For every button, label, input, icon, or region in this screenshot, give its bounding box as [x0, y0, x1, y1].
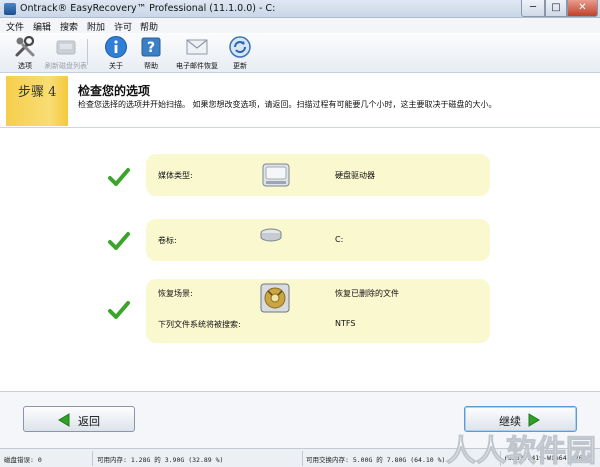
- status-divider: [92, 451, 93, 466]
- check-icon: [108, 301, 130, 319]
- option-card-media-type: [146, 154, 490, 196]
- back-arrow-icon: [58, 413, 70, 427]
- menu-extras[interactable]: 附加: [87, 20, 105, 33]
- volume-label: 卷标:: [158, 236, 177, 245]
- recovery-scenario-icon: [260, 283, 290, 313]
- toolbar-help-button[interactable]: ? 帮助: [134, 35, 168, 71]
- option-card-recovery-scenario: [146, 279, 490, 343]
- toolbar-label: 选项: [18, 62, 32, 70]
- media-type-label: 媒体类型:: [158, 171, 193, 180]
- watermark-text: 人人软件园: [446, 434, 596, 467]
- toolbar-update-button[interactable]: 更新: [224, 35, 256, 71]
- status-divider: [302, 451, 303, 466]
- close-button[interactable]: ✕: [567, 0, 598, 17]
- help-icon: ?: [141, 37, 161, 57]
- toolbar-label: 刷新磁盘列表: [45, 62, 87, 70]
- title-bar: Ontrack® EasyRecovery™ Professional (11.…: [0, 0, 600, 18]
- toolbar-refresh-disk-list-button[interactable]: 刷新磁盘列表: [44, 35, 88, 71]
- menu-license[interactable]: 许可: [114, 20, 132, 33]
- option-card-volume: [146, 219, 490, 261]
- status-memory: 可用内存: 1.28G 的 3.90G (32.89 %): [97, 456, 224, 464]
- recovery-scenario-label: 恢复场景:: [158, 289, 193, 298]
- toolbar-options-button[interactable]: 选项: [8, 35, 42, 71]
- back-button[interactable]: 返回: [23, 406, 135, 432]
- check-icon: [108, 232, 130, 250]
- info-icon: [105, 36, 127, 58]
- menu-bar: 文件 编辑 搜索 附加 许可 帮助: [0, 18, 600, 33]
- file-system-label: 下列文件系统将被搜索:: [158, 320, 241, 329]
- refresh-disk-list-icon: [56, 40, 76, 55]
- step-number: 步骤 4: [18, 85, 57, 100]
- options-review-panel: 媒体类型: 硬盘驱动器 卷标: C: 恢复场景: 恢复已删除的文件 下列文件系统…: [0, 129, 600, 391]
- toolbar-about-button[interactable]: 关于: [99, 35, 133, 71]
- recovery-scenario-value: 恢复已删除的文件: [335, 289, 399, 298]
- toolbar-label: 更新: [233, 62, 247, 70]
- window-title: Ontrack® EasyRecovery™ Professional (11.…: [20, 3, 276, 14]
- toolbar-email-recovery-button[interactable]: 电子邮件恢复: [170, 35, 224, 71]
- forward-arrow-icon: [528, 413, 540, 427]
- media-type-value: 硬盘驱动器: [335, 171, 375, 180]
- step-title: 检查您的选项: [78, 84, 151, 98]
- toolbar-label: 电子邮件恢复: [176, 62, 218, 70]
- tools-icon: [15, 35, 35, 57]
- menu-help[interactable]: 帮助: [140, 20, 158, 33]
- volume-value: C:: [335, 235, 344, 244]
- volume-icon: [260, 228, 282, 242]
- step-header: 步骤 4 检查您的选项 检查您选择的选项并开始扫描。 如果您想改变选项，请返回。…: [0, 74, 600, 128]
- toolbar-label: 帮助: [144, 62, 158, 70]
- hard-drive-icon: [262, 163, 290, 187]
- app-icon: [4, 3, 16, 15]
- back-button-label: 返回: [78, 415, 100, 428]
- status-disk-errors: 磁盘错误: 0: [4, 456, 42, 464]
- update-icon: [229, 36, 251, 58]
- envelope-icon: [186, 39, 208, 55]
- menu-edit[interactable]: 编辑: [33, 20, 51, 33]
- minimize-button[interactable]: ─: [521, 0, 545, 17]
- step-badge: 步骤 4: [6, 76, 68, 126]
- toolbar: 选项 刷新磁盘列表 关于 ? 帮助 电子邮件恢复 更新: [0, 33, 600, 73]
- check-icon: [108, 168, 130, 186]
- menu-file[interactable]: 文件: [6, 20, 24, 33]
- toolbar-separator: [87, 39, 88, 65]
- svg-text:?: ?: [147, 40, 155, 56]
- maximize-button[interactable]: □: [545, 0, 567, 17]
- watermark: 人人软件园: [446, 434, 597, 467]
- file-system-value: NTFS: [335, 319, 356, 328]
- toolbar-label: 关于: [109, 62, 123, 70]
- step-description: 检查您选择的选项并开始扫描。 如果您想改变选项，请返回。扫描过程有可能要几个小时…: [78, 100, 497, 109]
- menu-search[interactable]: 搜索: [60, 20, 78, 33]
